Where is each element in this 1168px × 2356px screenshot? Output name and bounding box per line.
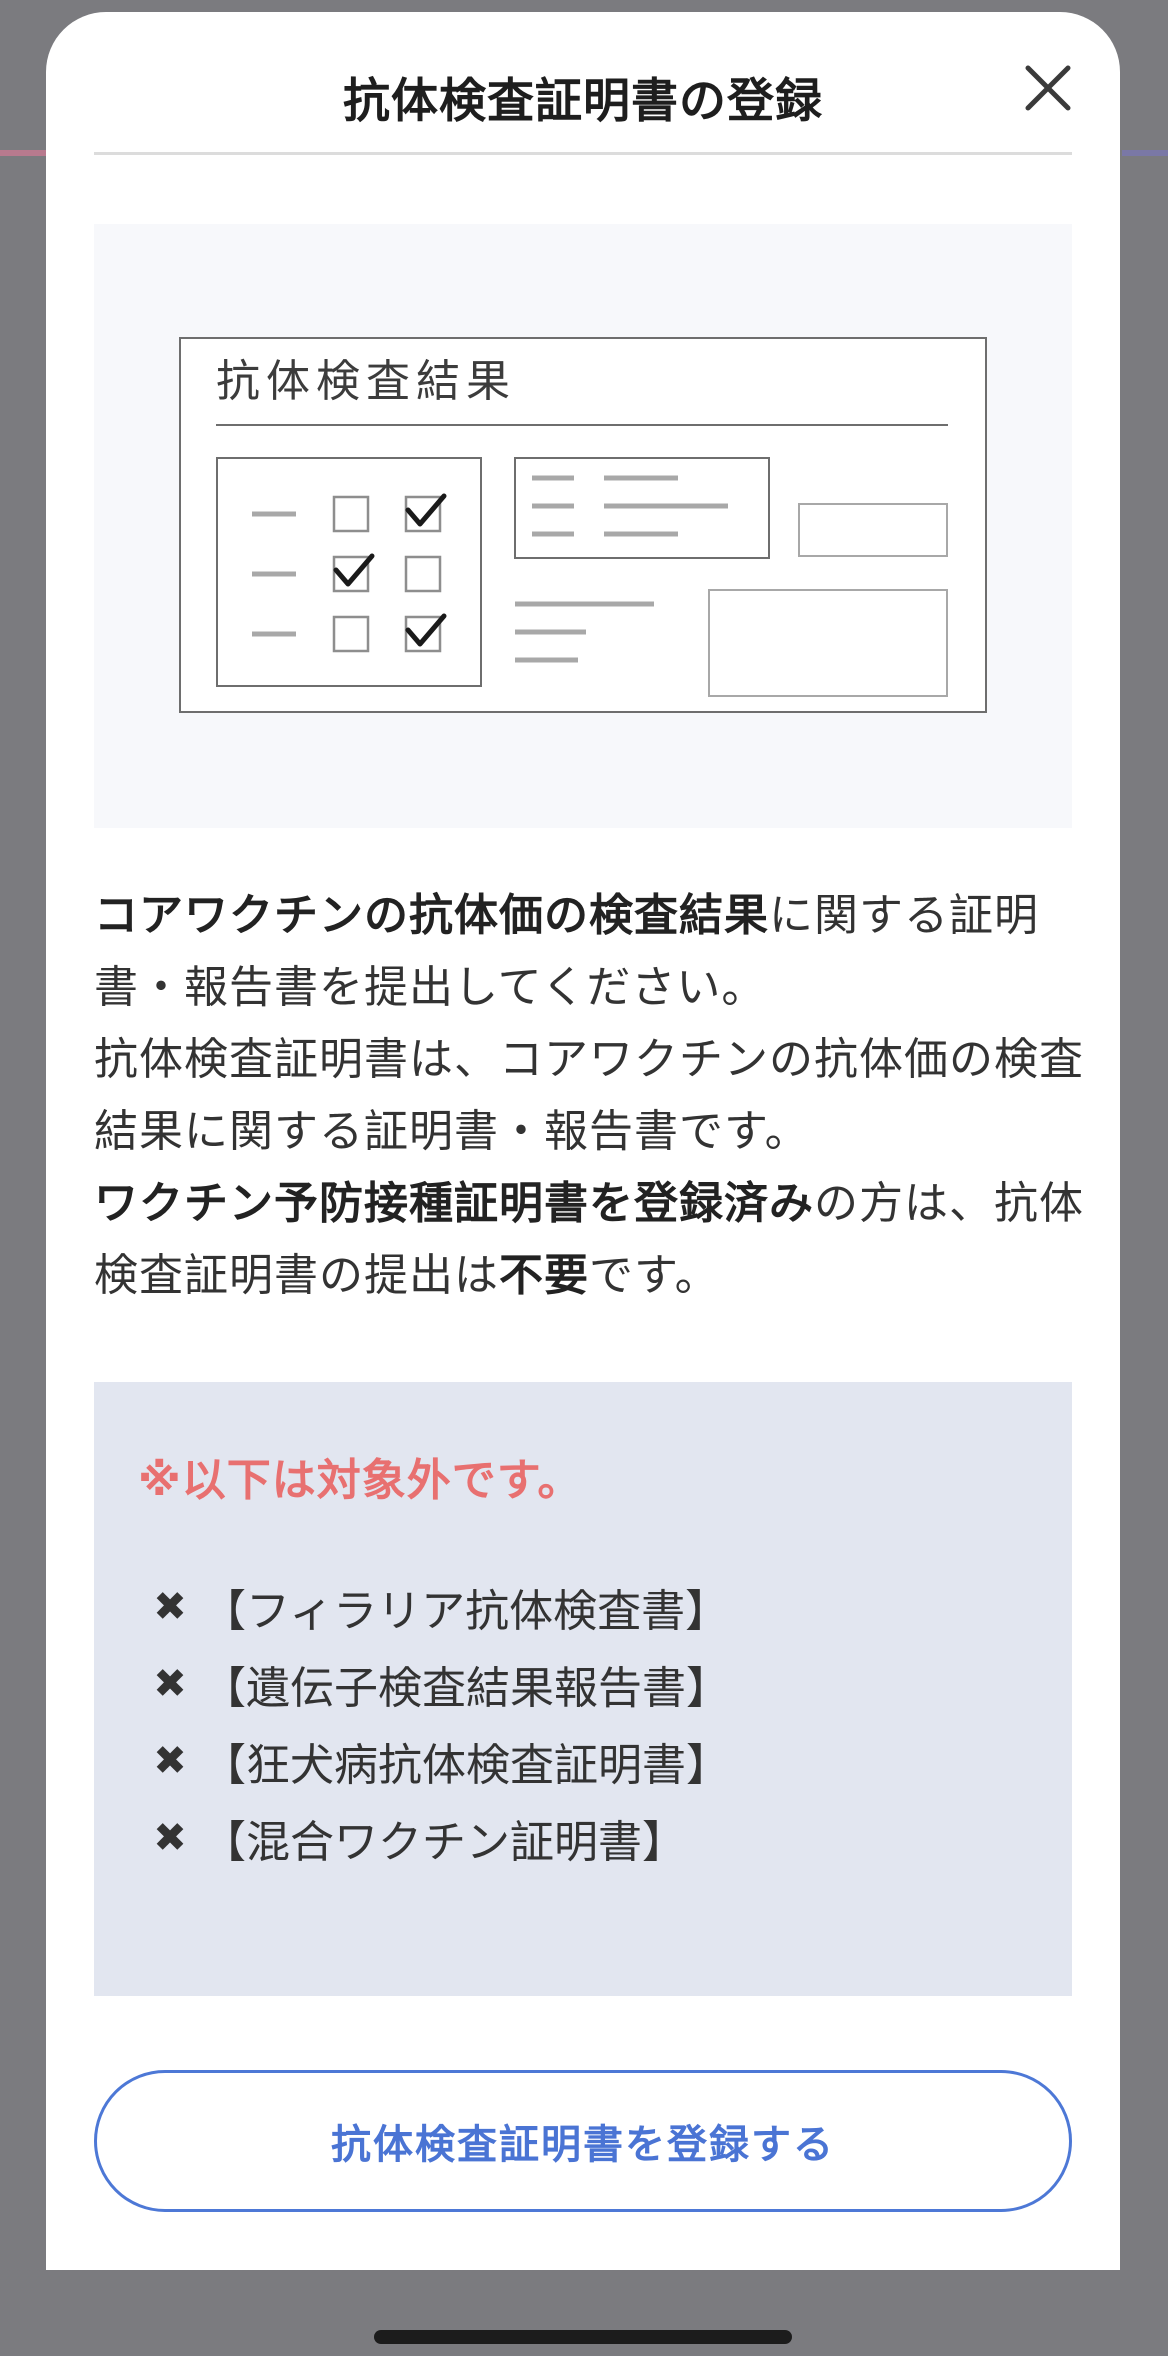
list-item: ✖ 【狂犬病抗体検査証明書】 bbox=[150, 1722, 730, 1799]
list-item: ✖ 【混合ワクチン証明書】 bbox=[150, 1799, 730, 1876]
excluded-heading: ※以下は対象外です。 bbox=[138, 1455, 583, 1506]
cross-icon: ✖ bbox=[153, 1814, 187, 1861]
home-indicator[interactable] bbox=[374, 2330, 792, 2344]
excluded-item-label: 【狂犬病抗体検査証明書】 bbox=[202, 1739, 730, 1791]
list-item: ✖ 【遺伝子検査結果報告書】 bbox=[150, 1645, 730, 1722]
background-accent-left bbox=[0, 150, 46, 156]
excluded-documents-box: ※以下は対象外です。 ✖ 【フィラリア抗体検査書】 ✖ 【遺伝子検査結果報告書】… bbox=[94, 1382, 1072, 1996]
description-text: コアワクチンの抗体価の検査結果に関する証明書・報告書を提出してください。 抗体検… bbox=[94, 880, 1094, 1312]
description-line2: 抗体検査証明書は、コアワクチンの抗体価の検査結果に関する証明書・報告書です。 bbox=[94, 1034, 1084, 1157]
cross-icon: ✖ bbox=[153, 1583, 187, 1630]
close-button[interactable] bbox=[1018, 58, 1078, 118]
description-highlight-core-vaccine: コアワクチンの抗体価の検査結果 bbox=[94, 890, 769, 941]
description-highlight-unnecessary: 不要 bbox=[499, 1250, 589, 1301]
modal-header: 抗体検査証明書の登録 bbox=[94, 12, 1072, 155]
cross-icon: ✖ bbox=[153, 1660, 187, 1707]
excluded-item-label: 【遺伝子検査結果報告書】 bbox=[202, 1662, 730, 1714]
background-accent-right bbox=[1122, 150, 1168, 156]
excluded-item-label: 【混合ワクチン証明書】 bbox=[202, 1816, 686, 1868]
close-icon bbox=[1025, 65, 1071, 111]
certificate-illustration: 抗体検査結果 bbox=[94, 224, 1072, 828]
list-item: ✖ 【フィラリア抗体検査書】 bbox=[150, 1568, 730, 1645]
modal-title: 抗体検査証明書の登録 bbox=[343, 74, 823, 129]
cross-icon: ✖ bbox=[153, 1737, 187, 1784]
document-heading: 抗体検査結果 bbox=[216, 356, 516, 407]
description-line3-end: です。 bbox=[589, 1250, 720, 1301]
excluded-list: ✖ 【フィラリア抗体検査書】 ✖ 【遺伝子検査結果報告書】 ✖ 【狂犬病抗体検査… bbox=[150, 1568, 730, 1876]
antibody-certificate-modal: 抗体検査証明書の登録 抗体検査結果 コアワクチンの抗体価の検査結果に関する証明書… bbox=[46, 12, 1120, 2270]
document-illustration-icon: 抗体検査結果 bbox=[179, 337, 987, 713]
description-highlight-registered: ワクチン予防接種証明書を登録済み bbox=[94, 1178, 814, 1229]
register-certificate-button[interactable]: 抗体検査証明書を登録する bbox=[94, 2070, 1072, 2212]
excluded-item-label: 【フィラリア抗体検査書】 bbox=[202, 1585, 730, 1637]
